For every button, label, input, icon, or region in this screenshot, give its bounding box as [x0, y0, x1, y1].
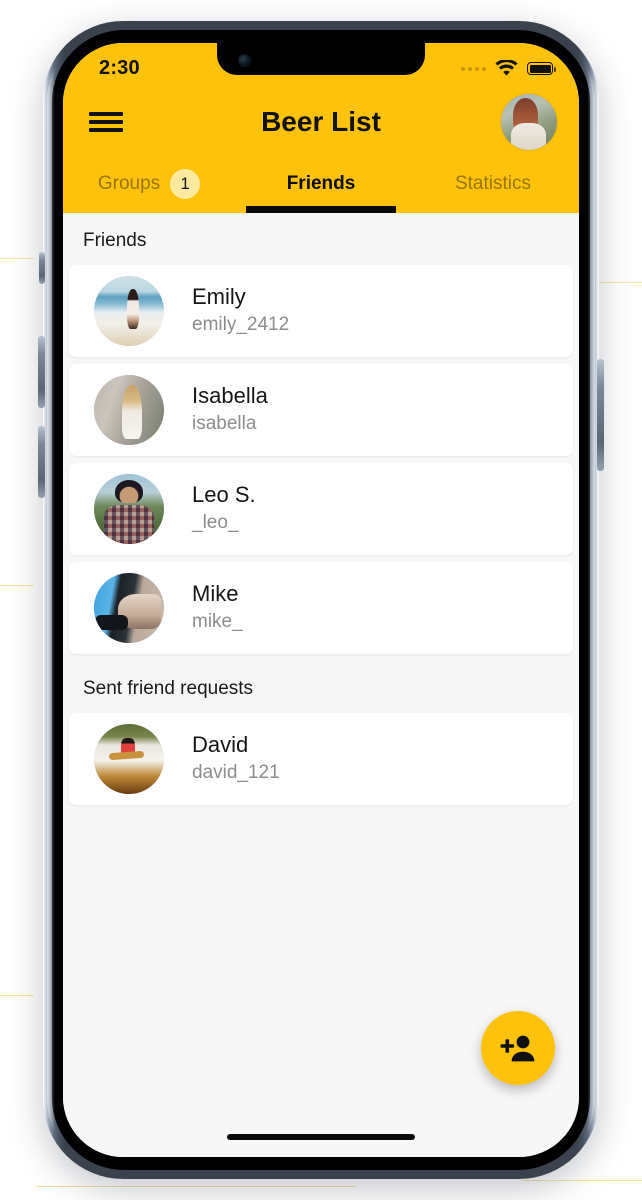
- guide-line: [596, 282, 642, 283]
- tab-statistics[interactable]: Statistics: [407, 156, 579, 213]
- friend-name: Isabella: [192, 383, 268, 409]
- mike-avatar-image: [94, 573, 164, 643]
- section-header-friends: Friends: [83, 230, 147, 251]
- battery-full-icon: [527, 62, 556, 75]
- wifi-icon: [495, 60, 518, 76]
- tab-groups-label: Groups: [97, 172, 161, 194]
- user-avatar-image: [501, 94, 557, 150]
- friend-name: David: [192, 732, 249, 758]
- isabella-avatar-image: [94, 375, 164, 445]
- friend-avatar: [94, 573, 164, 643]
- friend-name: Mike: [192, 581, 239, 607]
- tab-friends-label: Friends: [286, 172, 356, 194]
- friend-name: Leo S.: [192, 482, 256, 508]
- leo-avatar-image: [94, 474, 164, 544]
- section-header-sent-requests: Sent friend requests: [83, 678, 254, 699]
- tab-friends[interactable]: Friends: [235, 156, 407, 213]
- volume-up-button[interactable]: [38, 336, 45, 408]
- emily-avatar-image: [94, 276, 164, 346]
- friend-handle: mike_: [192, 611, 243, 633]
- guide-line: [0, 995, 34, 996]
- hamburger-menu-icon[interactable]: [89, 109, 123, 135]
- phone-mockup: 2:30 Beer List Groups 1 Friends Statisti…: [38, 21, 604, 1179]
- friend-handle: david_121: [192, 762, 280, 784]
- guide-line: [0, 585, 34, 586]
- friend-avatar: [94, 375, 164, 445]
- friend-handle: isabella: [192, 413, 257, 435]
- avatar[interactable]: [501, 94, 557, 150]
- david-avatar-image: [94, 724, 164, 794]
- home-indicator: [227, 1134, 415, 1140]
- guide-line: [36, 1186, 356, 1187]
- tab-groups-badge: 1: [170, 168, 201, 199]
- friend-name: Emily: [192, 284, 246, 310]
- volume-down-button[interactable]: [38, 426, 45, 498]
- friend-handle: _leo_: [192, 512, 239, 534]
- list-item[interactable]: David david_121: [69, 713, 573, 805]
- friend-avatar: [94, 724, 164, 794]
- status-bar-indicators: [461, 60, 556, 77]
- phone-notch: [217, 43, 425, 75]
- add-friend-button[interactable]: [481, 1011, 555, 1085]
- phone-screen: 2:30 Beer List Groups 1 Friends Statisti…: [63, 43, 579, 1157]
- power-button[interactable]: [597, 359, 604, 471]
- tab-groups[interactable]: Groups 1: [63, 156, 235, 213]
- guide-line: [522, 1180, 642, 1181]
- front-camera-icon: [239, 55, 250, 66]
- list-item[interactable]: Isabella isabella: [69, 364, 573, 456]
- cellular-dots-icon: [461, 66, 486, 71]
- friend-handle: emily_2412: [192, 314, 290, 336]
- tab-statistics-label: Statistics: [454, 172, 532, 194]
- list-item[interactable]: Leo S. _leo_: [69, 463, 573, 555]
- list-item[interactable]: Emily emily_2412: [69, 265, 573, 357]
- list-item[interactable]: Mike mike_: [69, 562, 573, 654]
- status-bar-time: 2:30: [99, 57, 140, 79]
- silent-switch-button[interactable]: [39, 252, 45, 284]
- person-add-icon: [500, 1035, 535, 1062]
- tab-bar: Groups 1 Friends Statistics: [63, 156, 579, 213]
- active-tab-indicator: [235, 206, 407, 213]
- guide-line: [0, 258, 34, 259]
- friend-avatar: [94, 474, 164, 544]
- app-bar: Beer List: [63, 88, 579, 156]
- friend-avatar: [94, 276, 164, 346]
